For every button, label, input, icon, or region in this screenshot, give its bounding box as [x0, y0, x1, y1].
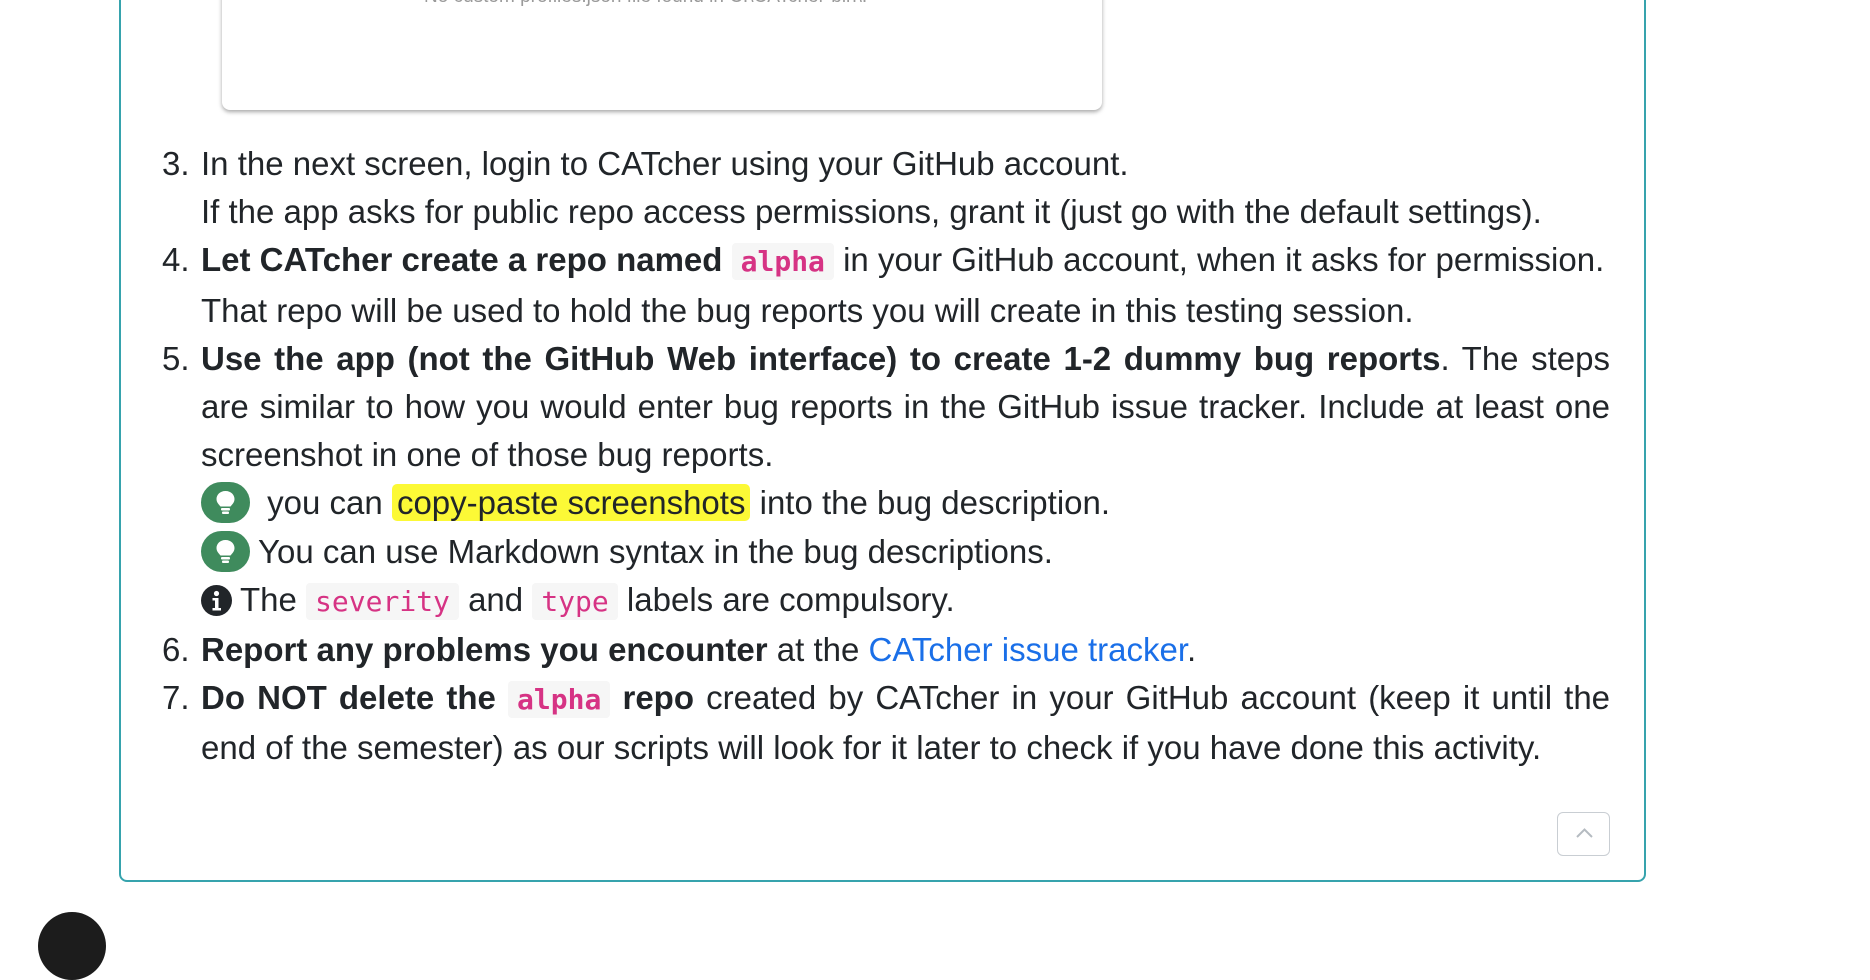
- copy-paste-highlight: copy-paste screenshots: [391, 484, 751, 522]
- step-6-mid: at the: [776, 631, 860, 669]
- step-7-bold-post: repo: [622, 679, 694, 717]
- list-item-step-4: 4. Let CATcher create a repo named alpha…: [158, 236, 1610, 334]
- step-number: 5.: [162, 339, 190, 377]
- step-3-note: If the app asks for public repo access p…: [201, 193, 1542, 231]
- tip-markdown: You can use Markdown syntax in the bug d…: [158, 528, 1610, 576]
- info-circle-icon: [201, 584, 232, 616]
- embedded-screenshot-caption: No custom profiles.json file found in C:…: [424, 0, 867, 8]
- lightbulb-icon: [201, 530, 250, 572]
- chevron-up-icon: [1576, 828, 1593, 838]
- tip-1-pre: you can: [267, 484, 383, 522]
- repo-name-code: alpha: [731, 243, 834, 281]
- step-6-bold: Report any problems you encounter: [201, 631, 768, 669]
- info-mid: and: [468, 580, 524, 618]
- type-label-code: type: [532, 582, 618, 620]
- floating-action-button[interactable]: [38, 912, 106, 980]
- embedded-screenshot: [222, 0, 1102, 110]
- step-4-text: in your GitHub account, when it asks for…: [843, 241, 1605, 279]
- step-7-bold-pre: Do NOT delete the: [201, 679, 496, 717]
- info-labels: The severity and type labels are compuls…: [158, 576, 1610, 626]
- step-5-bold: Use the app (not the GitHub Web interfac…: [201, 339, 1441, 377]
- list-item-step-5: 5. Use the app (not the GitHub Web inter…: [158, 335, 1610, 480]
- tip-copy-paste: you can copy-paste screenshots into the …: [158, 479, 1610, 527]
- step-3-text: In the next screen, login to CATcher usi…: [201, 145, 1129, 182]
- setup-steps-list: 3. In the next screen, login to CATcher …: [158, 140, 1610, 773]
- back-to-top-button[interactable]: [1557, 812, 1610, 856]
- info-pre: The: [240, 580, 297, 618]
- step-number: 7.: [162, 679, 190, 717]
- severity-label-code: severity: [306, 582, 459, 620]
- tip-1-post: into the bug description.: [759, 484, 1111, 522]
- repo-name-code: alpha: [508, 681, 611, 719]
- step-6-end: .: [1187, 631, 1197, 669]
- tip-2-text: You can use Markdown syntax in the bug d…: [258, 532, 1053, 570]
- step-4-note: That repo will be used to hold the bug r…: [201, 291, 1414, 329]
- step-number: 3.: [162, 145, 190, 182]
- step-number: 4.: [162, 241, 190, 279]
- step-number: 6.: [162, 631, 190, 669]
- list-item-step-7: 7. Do NOT delete the alpha repo created …: [158, 674, 1610, 772]
- step-4-bold: Let CATcher create a repo named: [201, 241, 723, 279]
- catcher-issue-tracker-link[interactable]: CATcher issue tracker: [869, 631, 1188, 668]
- lightbulb-icon: [201, 482, 250, 524]
- info-post: labels are compulsory.: [626, 580, 955, 618]
- list-item-step-3: 3. In the next screen, login to CATcher …: [158, 140, 1610, 236]
- list-item-step-6: 6. Report any problems you encounter at …: [158, 626, 1610, 674]
